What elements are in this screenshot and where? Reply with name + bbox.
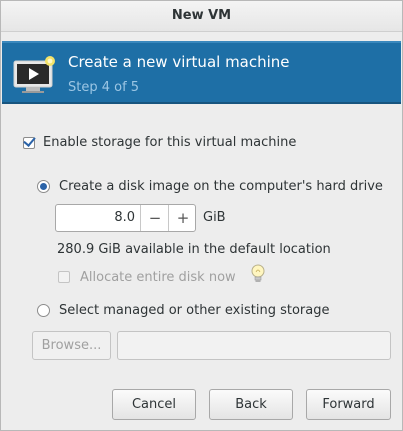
wizard-step: Step 4 of 5 (68, 80, 140, 95)
decrement-button[interactable]: − (140, 205, 169, 231)
new-vm-dialog: New VM Create a new virtual machine Step… (0, 0, 403, 431)
wizard-title: Create a new virtual machine (68, 53, 290, 71)
forward-button[interactable]: Forward (306, 389, 391, 420)
storage-path-input[interactable] (117, 331, 391, 360)
window-titlebar: New VM (1, 1, 402, 32)
create-disk-label[interactable]: Create a disk image on the computer's ha… (59, 179, 383, 194)
cancel-button[interactable]: Cancel (112, 389, 196, 420)
window-title: New VM (171, 8, 232, 23)
existing-storage-radio[interactable] (37, 304, 50, 317)
allocate-disk-label: Allocate entire disk now (80, 270, 236, 285)
enable-storage-checkbox[interactable] (23, 137, 35, 149)
allocate-disk-checkbox[interactable] (58, 271, 70, 283)
disk-size-value[interactable]: 8.0 (114, 205, 135, 231)
enable-storage-label[interactable]: Enable storage for this virtual machine (43, 135, 296, 150)
lightbulb-icon (251, 264, 265, 282)
existing-storage-label[interactable]: Select managed or other existing storage (59, 303, 329, 318)
back-button[interactable]: Back (209, 389, 293, 420)
disk-size-stepper[interactable]: 8.0 − + (55, 204, 196, 232)
increment-button[interactable]: + (168, 205, 197, 231)
vm-monitor-icon (13, 56, 55, 93)
wizard-header: Create a new virtual machine Step 4 of 5 (2, 41, 401, 104)
create-disk-radio[interactable] (37, 180, 50, 193)
browse-button[interactable]: Browse... (32, 331, 111, 360)
available-space-text: 280.9 GiB available in the default locat… (57, 242, 331, 257)
disk-size-unit: GiB (203, 210, 226, 225)
